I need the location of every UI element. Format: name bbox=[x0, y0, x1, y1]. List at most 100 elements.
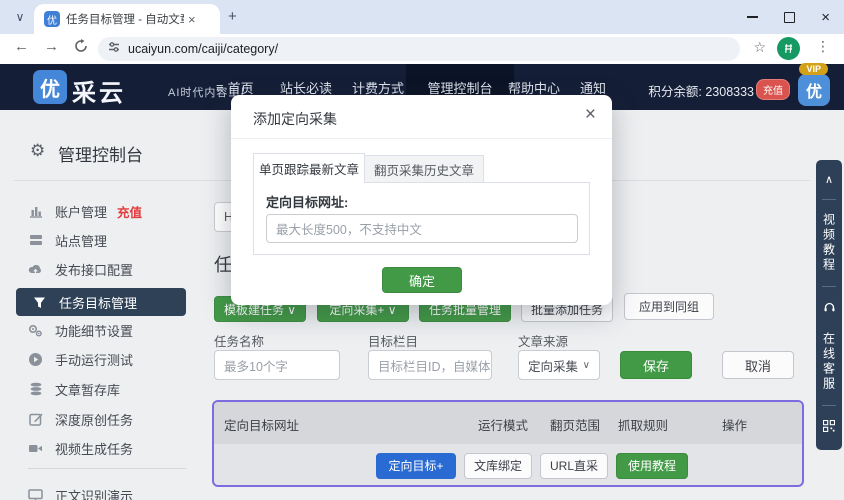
url-direct-button[interactable]: URL直采 bbox=[540, 453, 608, 479]
gears-icon bbox=[28, 323, 43, 338]
chevron-down-icon: ∨ bbox=[583, 360, 590, 371]
browser-tab[interactable]: 优 任务目标管理 - 自动文章采集 × bbox=[34, 4, 220, 34]
article-source-select[interactable]: 定向采集 ∨ bbox=[518, 350, 600, 380]
apply-to-group-button[interactable]: 应用到同组 bbox=[624, 293, 714, 320]
minimize-icon[interactable] bbox=[747, 16, 758, 18]
user-avatar[interactable]: 优 bbox=[798, 74, 830, 106]
nav-item-label: 管理控制台 bbox=[427, 78, 492, 97]
filter-icon bbox=[32, 295, 47, 310]
play-icon bbox=[28, 352, 43, 367]
target-url-label: 定向目标网址: bbox=[266, 192, 348, 211]
reload-icon[interactable] bbox=[74, 39, 88, 58]
col-actions: 操作 bbox=[722, 415, 747, 434]
nav-item-label: 计费方式 bbox=[352, 78, 404, 97]
targets-table: 定向目标网址 运行模式 翻页范围 抓取规则 操作 定向目标+ 文库绑定 URL直… bbox=[212, 400, 804, 487]
tab-paged-history[interactable]: 翻页采集历史文章 bbox=[364, 155, 484, 183]
gear-icon: ⚙ bbox=[30, 141, 45, 161]
profile-avatar[interactable] bbox=[777, 37, 800, 60]
tab-single-page-latest[interactable]: 单页跟踪最新文章 bbox=[253, 153, 365, 183]
site-favicon-icon: 优 bbox=[44, 11, 60, 27]
sidebar-divider bbox=[28, 468, 186, 469]
bookmark-star-icon[interactable]: ☆ bbox=[753, 39, 766, 56]
recharge-badge[interactable]: 充值 bbox=[756, 79, 790, 100]
sidebar-item-label: 文章暂存库 bbox=[55, 380, 120, 399]
window-controls: × bbox=[747, 0, 838, 34]
article-source-value: 定向采集 bbox=[528, 356, 578, 375]
sidebar-item-body-recognition[interactable]: 正文识别演示 bbox=[28, 485, 133, 500]
sidebar-item-task-targets[interactable]: 任务目标管理 bbox=[16, 288, 186, 316]
widget-divider bbox=[822, 405, 836, 406]
page-title: 管理控制台 bbox=[58, 141, 143, 166]
tutorial-button[interactable]: 使用教程 bbox=[616, 453, 688, 479]
article-source-label: 文章来源 bbox=[518, 331, 568, 350]
back-icon[interactable]: ← bbox=[14, 38, 29, 55]
target-column-label: 目标栏目 bbox=[368, 331, 418, 350]
add-target-button[interactable]: 定向目标+ bbox=[376, 453, 456, 479]
headset-icon[interactable] bbox=[823, 301, 836, 319]
modal-title: 添加定向采集 bbox=[253, 109, 337, 129]
sidebar-item-manual-test[interactable]: 手动运行测试 bbox=[28, 349, 133, 369]
tab-title: 任务目标管理 - 自动文章采集 bbox=[66, 11, 184, 27]
maximize-icon[interactable] bbox=[784, 12, 795, 23]
table-row: 定向目标+ 文库绑定 URL直采 使用教程 bbox=[214, 444, 802, 487]
forward-icon[interactable]: → bbox=[44, 38, 59, 55]
modal-title-divider bbox=[231, 138, 612, 139]
nav-item-label: 通知 bbox=[580, 78, 606, 97]
table-header-row: 定向目标网址 运行模式 翻页范围 抓取规则 操作 bbox=[214, 402, 802, 444]
logo-text[interactable]: 采云 bbox=[72, 73, 126, 108]
logo-icon[interactable]: 优 bbox=[33, 70, 67, 104]
bar-chart-icon bbox=[28, 204, 43, 219]
tab-search-chevron-icon[interactable]: ∨ bbox=[10, 7, 30, 27]
task-name-placeholder: 最多10个字 bbox=[224, 356, 288, 375]
sidebar-item-video-tasks[interactable]: 视频生成任务 bbox=[28, 438, 133, 458]
sidebar-item-article-store[interactable]: 文章暂存库 bbox=[28, 379, 120, 399]
database-icon bbox=[28, 382, 43, 397]
nav-item-label: 帮助中心 bbox=[508, 78, 560, 97]
site-settings-icon[interactable] bbox=[108, 40, 120, 58]
sidebar-item-label: 正文识别演示 bbox=[55, 486, 133, 500]
sidebar-item-label: 任务目标管理 bbox=[59, 293, 137, 312]
widget-divider bbox=[822, 199, 836, 200]
scroll-top-icon[interactable]: ∧ bbox=[825, 173, 833, 186]
browser-menu-icon[interactable]: ⋮ bbox=[816, 38, 830, 55]
col-crawl-rules: 抓取规则 bbox=[618, 415, 668, 434]
sidebar-item-deep-original[interactable]: 深度原创任务 bbox=[28, 409, 133, 429]
url-text: ucaiyun.com/caiji/category/ bbox=[128, 42, 278, 56]
vip-badge: VIP bbox=[799, 63, 828, 75]
sidebar-item-label: 手动运行测试 bbox=[55, 350, 133, 369]
nav-item-label: 站长必读 bbox=[280, 78, 332, 97]
modal-close-icon[interactable]: × bbox=[585, 104, 596, 126]
modal-tab-panel: 定向目标网址: 最大长度500，不支持中文 bbox=[253, 182, 590, 255]
sidebar-item-label: 功能细节设置 bbox=[55, 321, 133, 340]
video-tutorial-link[interactable]: 视频教程 bbox=[821, 213, 838, 273]
online-service-link[interactable]: 在线客服 bbox=[821, 332, 838, 392]
sidebar-recharge-badge[interactable]: 充值 bbox=[117, 202, 142, 221]
add-targeted-collection-modal: 添加定向采集 × 单页跟踪最新文章 翻页采集历史文章 定向目标网址: 最大长度5… bbox=[231, 95, 612, 305]
task-name-input[interactable]: 最多10个字 bbox=[214, 350, 340, 380]
tab-close-icon[interactable]: × bbox=[188, 12, 196, 27]
url-bar[interactable]: ucaiyun.com/caiji/category/ bbox=[98, 37, 740, 61]
cancel-button[interactable]: 取消 bbox=[722, 351, 794, 379]
new-tab-button[interactable]: + bbox=[228, 8, 237, 25]
qr-code-icon[interactable] bbox=[823, 419, 835, 437]
monitor-icon bbox=[28, 488, 43, 500]
window-close-icon[interactable]: × bbox=[821, 10, 830, 25]
site-list-icon bbox=[28, 233, 43, 248]
sidebar-item-account[interactable]: 账户管理 充值 bbox=[28, 201, 142, 221]
save-button[interactable]: 保存 bbox=[620, 351, 692, 379]
app-window: ∨ 优 任务目标管理 - 自动文章采集 × + × ← → ucaiyun.co… bbox=[0, 0, 844, 500]
target-column-input[interactable]: 目标栏目ID，自媒体随 bbox=[368, 350, 492, 380]
sidebar-item-label: 账户管理 bbox=[55, 202, 107, 221]
target-url-input[interactable]: 最大长度500，不支持中文 bbox=[266, 214, 578, 243]
hamburger-icon: ≡ bbox=[216, 80, 224, 95]
floating-side-widget: ∧ 视频教程 在线客服 bbox=[816, 160, 842, 450]
confirm-button[interactable]: 确定 bbox=[382, 267, 462, 293]
sidebar-item-feature-settings[interactable]: 功能细节设置 bbox=[28, 320, 133, 340]
library-bind-button[interactable]: 文库绑定 bbox=[464, 453, 532, 479]
nav-item-label: 首页 bbox=[228, 78, 254, 97]
cloud-upload-icon bbox=[28, 262, 43, 277]
sidebar-item-publish-api[interactable]: 发布接口配置 bbox=[28, 259, 133, 279]
target-column-placeholder: 目标栏目ID，自媒体随 bbox=[378, 356, 492, 375]
sidebar-item-sites[interactable]: 站点管理 bbox=[28, 230, 107, 250]
target-url-placeholder: 最大长度500，不支持中文 bbox=[276, 219, 422, 238]
